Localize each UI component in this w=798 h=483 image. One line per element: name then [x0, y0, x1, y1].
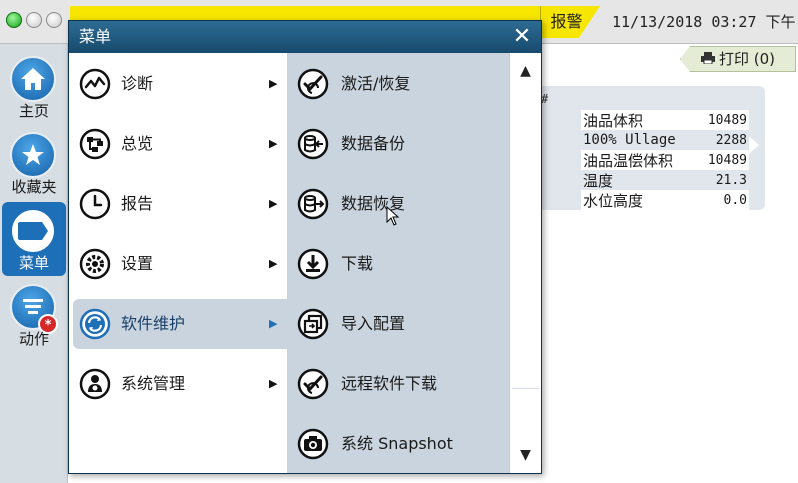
printer-icon: [701, 47, 715, 71]
print-button[interactable]: 打印 (0): [680, 46, 796, 72]
nav-actions[interactable]: * 动作: [2, 278, 66, 352]
menu-item-label: 报告: [121, 194, 154, 213]
nav-actions-label: 动作: [18, 330, 49, 348]
close-icon[interactable]: ✕: [509, 24, 535, 50]
submenu-item-data-backup[interactable]: 数据备份: [293, 119, 507, 169]
menu-icon: [10, 208, 56, 254]
report-clock-icon: [79, 188, 111, 220]
status-light-off-1: [26, 12, 42, 28]
diagnostics-icon: [79, 68, 111, 100]
chevron-right-icon: ▶: [269, 137, 278, 150]
status-light-green: [6, 12, 22, 28]
submenu-item-data-restore[interactable]: 数据恢复: [293, 179, 507, 229]
submenu-item-download[interactable]: 下载: [293, 239, 507, 289]
data-backup-icon: [297, 128, 329, 160]
activate-restore-icon: [297, 68, 329, 100]
menu-item-system-admin[interactable]: 系统管理 ▶: [73, 359, 287, 409]
overview-icon: [79, 128, 111, 160]
tank-row: 油品温偿体积 10489: [581, 150, 749, 170]
import-config-icon: [297, 308, 329, 340]
chevron-right-icon: ▶: [269, 317, 278, 330]
submenu-item-label: 导入配置: [341, 314, 406, 333]
chevron-right-icon: ▶: [269, 377, 278, 390]
submenu-item-label: 远程软件下载: [341, 374, 438, 393]
home-icon: [10, 56, 56, 102]
datetime-display: 11/13/2018 03:27 下午: [612, 13, 796, 31]
tank-summary-card[interactable]: 油品体积 10489 100% Ullage 2288 油品温偿体积 10489 温度…: [541, 86, 765, 210]
software-maintenance-icon: [79, 308, 111, 340]
star-icon: [10, 132, 56, 178]
submenu-item-import-config[interactable]: 导入配置: [293, 299, 507, 349]
tank-row: 100% Ullage 2288: [583, 132, 747, 148]
remote-download-icon: [297, 368, 329, 400]
main-menu-panel: 菜单 ✕ 诊断 ▶ 总览 ▶ 报告 ▶ 设置 ▶ 软件维护 ▶ 系统管理 ▶ 激…: [68, 20, 542, 474]
nav-home[interactable]: 主页: [2, 50, 66, 124]
scroll-up-icon[interactable]: ▲: [510, 55, 541, 87]
menu-item-settings[interactable]: 设置 ▶: [73, 239, 287, 289]
status-light-off-2: [46, 12, 62, 28]
status-lights: [6, 12, 62, 28]
tank-row: 水位高度 0.0: [581, 190, 749, 210]
mouse-cursor-icon: [386, 206, 400, 226]
menu-item-label: 软件维护: [121, 314, 186, 333]
nav-menu[interactable]: 菜单: [2, 202, 66, 276]
submenu-item-remote-download[interactable]: 远程软件下载: [293, 359, 507, 409]
submenu-item-label: 数据备份: [341, 134, 406, 153]
submenu-item-activate-restore[interactable]: 激活/恢复: [293, 59, 507, 109]
menu-item-label: 总览: [121, 134, 154, 153]
camera-icon: [297, 428, 329, 460]
nav-menu-label: 菜单: [18, 254, 49, 272]
alarm-button[interactable]: 报警: [540, 6, 592, 38]
nav-favorites-label: 收藏夹: [11, 178, 57, 196]
nav-home-label: 主页: [18, 102, 49, 120]
chevron-right-icon: ▶: [269, 77, 278, 90]
submenu-item-label: 下载: [341, 254, 374, 273]
menu-item-reports[interactable]: 报告 ▶: [73, 179, 287, 229]
menu-category-list: 诊断 ▶ 总览 ▶ 报告 ▶ 设置 ▶ 软件维护 ▶ 系统管理 ▶: [69, 53, 287, 473]
scroll-down-icon[interactable]: ▼: [510, 439, 541, 471]
submenu-scrollbar[interactable]: ▲ ▼: [509, 53, 541, 473]
tank-number-prefix: #: [541, 92, 549, 106]
submenu-list: 激活/恢复 数据备份 数据恢复 下载 导入配置 远程软件下载 系统 Snapsh…: [287, 53, 509, 473]
chevron-right-icon: ▶: [269, 257, 278, 270]
tank-row: 油品体积 10489: [581, 110, 749, 130]
left-nav: 主页 收藏夹 菜单 * 动作: [0, 44, 68, 483]
menu-item-software-maintenance[interactable]: 软件维护 ▶: [73, 299, 287, 349]
scroll-thumb[interactable]: [512, 89, 539, 389]
submenu-item-label: 系统 Snapshot: [341, 434, 453, 453]
submenu-item-system-snapshot[interactable]: 系统 Snapshot: [293, 419, 507, 469]
system-admin-icon: [79, 368, 111, 400]
chevron-right-icon: ▶: [269, 197, 278, 210]
tank-row: 温度 21.3: [583, 171, 747, 190]
data-restore-icon: [297, 188, 329, 220]
download-icon: [297, 248, 329, 280]
settings-gear-icon: [79, 248, 111, 280]
menu-title: 菜单: [79, 27, 112, 46]
chevron-right-icon[interactable]: [739, 134, 769, 164]
nav-favorites[interactable]: 收藏夹: [2, 126, 66, 200]
menu-header: 菜单 ✕: [69, 21, 541, 53]
print-label: 打印 (0): [719, 50, 776, 68]
menu-item-diagnostics[interactable]: 诊断 ▶: [73, 59, 287, 109]
submenu-item-label: 激活/恢复: [341, 74, 411, 93]
tank-table: 油品体积 10489 100% Ullage 2288 油品温偿体积 10489 温度…: [581, 110, 749, 210]
menu-item-label: 设置: [121, 254, 154, 273]
menu-item-overview[interactable]: 总览 ▶: [73, 119, 287, 169]
menu-item-label: 系统管理: [121, 374, 186, 393]
menu-item-label: 诊断: [121, 74, 154, 93]
